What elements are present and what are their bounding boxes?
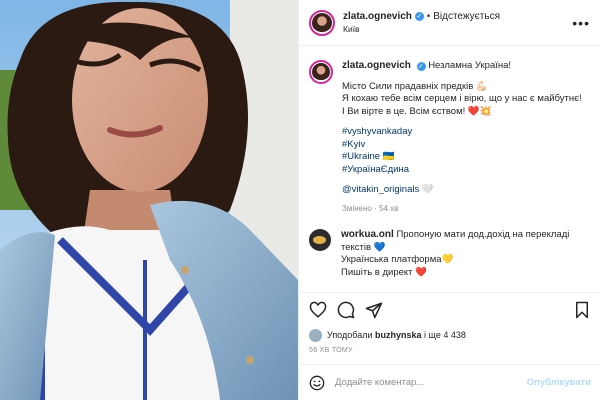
caption-line: І Ви вірте в це. Всім єством! ❤️💥	[342, 105, 492, 117]
hashtag-link[interactable]: #УкраїнаЄдина	[342, 164, 591, 177]
comment-input[interactable]	[335, 377, 527, 388]
comment-icon[interactable]	[337, 301, 355, 319]
caption-avatar[interactable]	[309, 60, 333, 84]
heart-icon[interactable]	[309, 301, 327, 319]
post-caption: zlata.ognevich ✓ Незламна Україна! Місто…	[309, 60, 591, 215]
post-side-panel: zlata.ognevich ✓ • Відстежується Київ ••…	[298, 0, 600, 400]
caption-line: Місто Сили прадавніх предків 💪🏻	[342, 80, 488, 92]
post-header: zlata.ognevich ✓ • Відстежується Київ ••…	[299, 0, 600, 46]
commenter-username[interactable]: workua.onl	[341, 229, 394, 240]
separator-dot: •	[426, 10, 431, 22]
post-viewer: zlata.ognevich ✓ • Відстежується Київ ••…	[0, 0, 600, 400]
post-time[interactable]: 56 ХВ ТОМУ	[309, 347, 353, 354]
follow-state[interactable]: Відстежується	[433, 10, 500, 23]
selfie-image	[0, 0, 298, 400]
bookmark-icon[interactable]	[573, 301, 591, 319]
comment-item: workua.onl Пропоную мати дод.дохід на пе…	[309, 229, 591, 279]
share-icon[interactable]	[365, 301, 383, 319]
likes-count[interactable]: і ще 4 438	[424, 330, 466, 340]
mention-suffix: 🤍	[421, 184, 434, 195]
post-photo[interactable]	[0, 0, 298, 400]
publish-button[interactable]: Опублікувати	[527, 377, 591, 388]
hashtag-link[interactable]: #Kyiv	[342, 139, 591, 152]
emoji-icon[interactable]	[309, 375, 325, 391]
caption-username[interactable]: zlata.ognevich	[342, 60, 411, 71]
post-location[interactable]: Київ	[343, 23, 500, 36]
author-avatar[interactable]	[309, 9, 335, 36]
hashtag-link[interactable]: #Ukraine 🇺🇦	[342, 151, 591, 164]
comments-area: zlata.ognevich ✓ Незламна Україна! Місто…	[299, 46, 600, 292]
likes-summary: Уподобали buzhynska і ще 4 438	[309, 327, 466, 343]
liker-avatar[interactable]	[309, 328, 322, 342]
caption-line: Я кохаю тебе всім серцем і вірю, що у на…	[342, 93, 582, 104]
mention-link[interactable]: @vitakin_originals	[342, 184, 419, 195]
add-comment-bar: Опублікувати	[299, 364, 600, 400]
comment-line: Пишіть в директ ❤️	[341, 266, 427, 278]
author-username[interactable]: zlata.ognevich	[343, 10, 412, 23]
caption-head: Незламна Україна!	[428, 60, 512, 71]
edited-time: Змінено · 54 хв	[342, 203, 399, 213]
liker-username[interactable]: buzhynska	[375, 330, 422, 340]
verified-icon: ✓	[414, 11, 424, 21]
commenter-avatar[interactable]	[309, 229, 331, 251]
comment-line: Українська платформа💛	[341, 254, 454, 265]
verified-icon: ✓	[416, 62, 426, 71]
more-icon[interactable]: •••	[572, 15, 590, 31]
hashtag-link[interactable]: #vyshyvankaday	[342, 126, 591, 139]
action-bar	[299, 292, 600, 326]
likes-prefix: Уподобали	[327, 330, 373, 340]
